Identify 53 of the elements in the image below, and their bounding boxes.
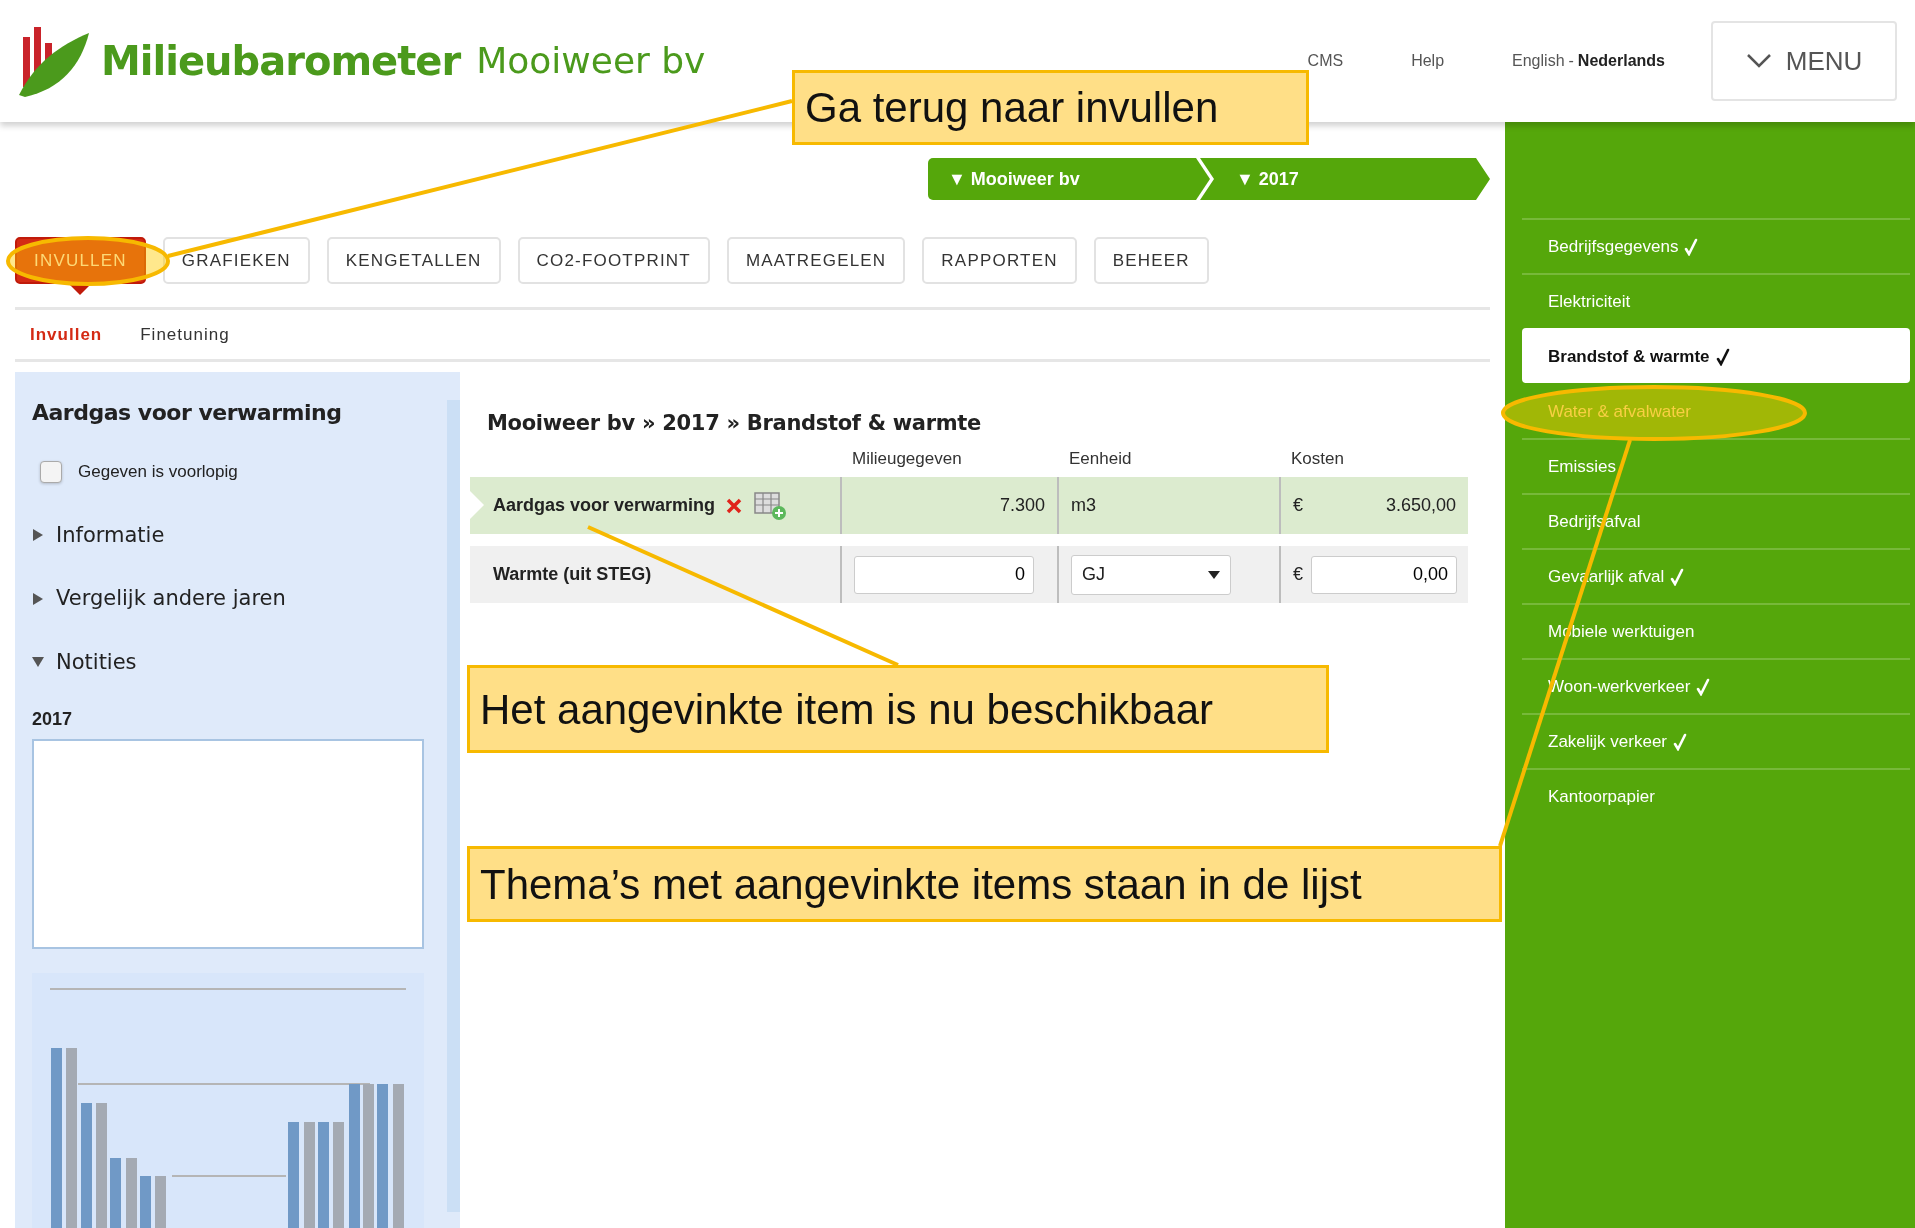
notes-field[interactable] (32, 739, 424, 949)
language-separator: - (1568, 51, 1574, 71)
chart-bar (126, 1158, 137, 1228)
company-name: Mooiweer bv (476, 39, 706, 83)
section-toggle[interactable]: Notities (32, 646, 137, 678)
table-cell-text: 7.300 (999, 494, 1045, 517)
tab[interactable]: GRAFIEKEN (162, 237, 310, 284)
column-header: Kosten (1290, 447, 1345, 470)
row-label: Aardgas voor verwarming (493, 494, 716, 517)
checkbox[interactable] (40, 460, 62, 483)
table-add-icon[interactable] (753, 490, 788, 521)
language-link[interactable]: English (1512, 49, 1565, 73)
checkbox-label: Gegeven is voorlopig (78, 461, 238, 483)
tab[interactable]: RAPPORTEN (922, 237, 1077, 284)
table-cell-text: m3 (1071, 494, 1096, 517)
chart-bar (155, 1176, 166, 1228)
tab[interactable]: KENGETALLEN (326, 237, 501, 284)
row-label: Warmte (uit STEG) (493, 563, 652, 586)
chevron-down-icon (1745, 53, 1772, 69)
table-row[interactable]: Aardgas voor verwarming 7.300 m3 € 3.650,00 (470, 477, 1468, 534)
amount-field[interactable]: 0 (854, 555, 1034, 594)
notes-year-label: 2017 (32, 708, 74, 731)
unit-dropdown[interactable]: GJ (1071, 554, 1231, 595)
callout-box: Het aangevinkte item is nu beschikbaar (467, 665, 1329, 753)
table-cell-text: 3.650,00 (1385, 494, 1456, 517)
menu-button[interactable]: MENU (1711, 21, 1897, 101)
language-link[interactable]: Nederlands (1577, 49, 1665, 73)
section-toggle[interactable]: Vergelijk andere jaren (32, 583, 286, 615)
table-row[interactable]: Warmte (uit STEG) 0 GJ € 0,00 (470, 546, 1468, 603)
cost-field[interactable]: 0,00 (1311, 555, 1457, 594)
brand-name: Milieubarometer (101, 37, 461, 86)
column-header: Eenheid (1068, 447, 1133, 470)
tab[interactable]: BEHEER (1093, 237, 1209, 284)
caret-icon (1208, 570, 1220, 579)
section-toggle[interactable]: Informatie (32, 519, 165, 551)
tab[interactable]: CO2-FOOTPRINT (517, 237, 710, 284)
subnav-tab[interactable]: Finetuning (140, 321, 230, 348)
subnav-tab[interactable]: Invullen (30, 321, 103, 348)
header-link[interactable]: CMS (1307, 49, 1344, 73)
callout-box: Thema’s met aangevinkte items staan in de lijst (467, 846, 1502, 922)
panel-title: Aardgas voor verwarming (32, 399, 343, 427)
callout-box: Ga terug naar invullen (792, 70, 1309, 145)
currency-symbol: € (1293, 563, 1303, 586)
chart-bar (140, 1176, 151, 1228)
chart-bar (110, 1158, 121, 1228)
currency-symbol: € (1293, 494, 1303, 517)
column-header: Milieugegeven (851, 447, 963, 470)
page-heading: Mooiweer bv » 2017 » Brandstof & warmte (486, 410, 982, 437)
tab[interactable]: MAATREGELEN (726, 237, 906, 284)
sidebar-item[interactable]: Brandstof & warmte (1522, 328, 1910, 383)
pointer-icon (69, 284, 92, 295)
delete-icon[interactable] (725, 496, 744, 515)
header-link[interactable]: Help (1411, 49, 1445, 73)
